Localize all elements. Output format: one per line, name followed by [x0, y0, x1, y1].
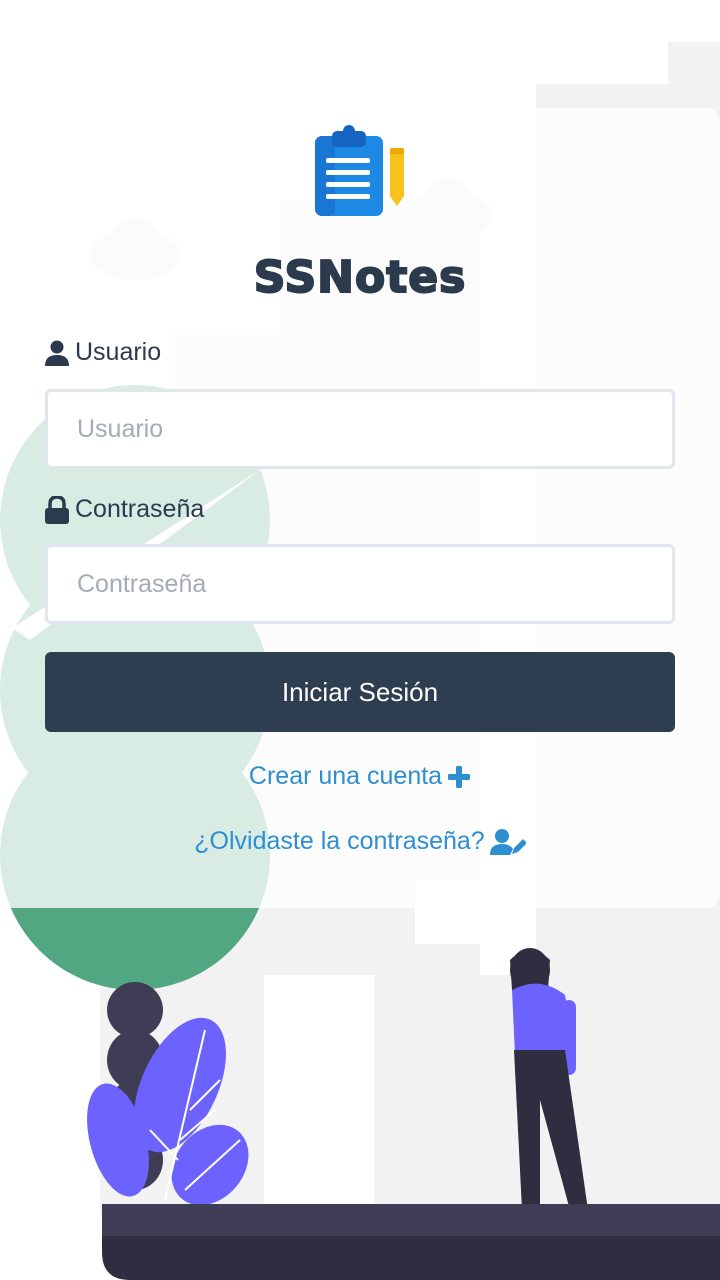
username-input[interactable] — [45, 389, 675, 469]
forgot-password-link[interactable]: ¿Olvidaste la contraseña? — [0, 827, 720, 856]
username-label: Usuario — [45, 338, 161, 367]
building-door — [264, 975, 374, 1215]
password-label-text: Contraseña — [75, 495, 205, 523]
username-label-text: Usuario — [75, 338, 162, 366]
login-button[interactable]: Iniciar Sesión — [45, 652, 675, 732]
clipboard-pencil-icon — [315, 125, 404, 216]
forgot-password-text: ¿Olvidaste la contraseña? — [194, 827, 485, 855]
ground-top — [102, 1204, 720, 1236]
user-icon — [45, 340, 69, 366]
password-input[interactable] — [45, 544, 675, 624]
login-form: SSNotes Usuario Contraseña Iniciar Sesió… — [0, 0, 720, 900]
lock-icon — [45, 495, 69, 524]
password-label: Contraseña — [45, 495, 204, 524]
user-edit-icon — [489, 828, 526, 855]
create-account-text: Crear una cuenta — [248, 762, 443, 790]
app-name: SSNotes — [253, 251, 467, 304]
ground-base — [102, 1236, 720, 1280]
plus-icon — [448, 765, 471, 788]
create-account-link[interactable]: Crear una cuenta — [0, 762, 720, 791]
